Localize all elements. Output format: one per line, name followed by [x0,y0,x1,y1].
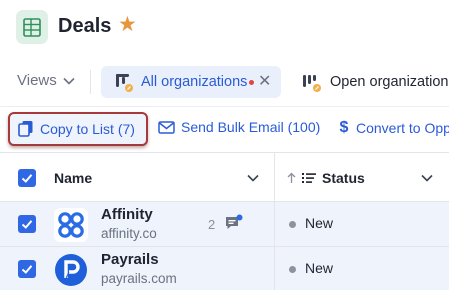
column-header-status-label: Status [322,170,365,186]
pinned-view-icon [303,75,321,92]
convert-label: Convert to Opp [356,120,449,136]
row-checkbox[interactable] [18,260,36,278]
column-divider [274,202,275,247]
company-name[interactable]: Payrails [101,251,159,268]
affinity-logo [54,208,88,242]
bulk-actions-toolbar: Copy to List (7) Send Bulk Email (100) $… [0,106,449,152]
table-row[interactable]: Affinity affinity.co 2 New [0,202,449,247]
convert-to-opportunity-button[interactable]: $ Convert to Opp [338,119,449,137]
pinned-view-icon [116,74,133,92]
list-icon [302,173,316,183]
status-dot [289,221,296,228]
email-icon [158,121,175,134]
views-dropdown[interactable]: Views [17,72,75,89]
spreadsheet-icon [16,10,48,44]
column-header-status[interactable]: Status [287,170,365,186]
column-divider [274,247,275,290]
company-name[interactable]: Affinity [101,206,153,223]
copy-icon [18,121,33,137]
dollar-icon: $ [339,119,349,136]
row-checkbox[interactable] [18,215,36,233]
status-dot [289,266,296,273]
tab-label: All organizations [141,74,248,90]
status-value[interactable]: New [305,260,333,276]
table-header: Name Status [0,152,449,203]
comment-icon[interactable] [224,214,244,232]
check-icon [21,265,33,274]
status-value[interactable]: New [305,215,333,231]
column-header-name[interactable]: Name [54,170,92,186]
chevron-down-icon[interactable] [247,174,259,182]
divider [90,70,91,94]
send-bulk-email-button[interactable]: Send Bulk Email (100) [158,119,320,135]
page-title: Deals [58,15,112,37]
unsaved-indicator [249,80,254,85]
views-dropdown-label: Views [17,72,57,89]
payrails-logo [55,254,87,286]
select-all-checkbox[interactable] [18,169,36,187]
check-icon [21,220,33,229]
star-icon[interactable]: ★ [118,13,137,37]
tab-label: Open organizations [330,74,449,90]
arrow-up-icon [287,172,296,183]
chevron-down-icon [63,77,75,85]
check-icon [21,174,33,183]
close-icon[interactable]: ✕ [258,71,271,91]
comment-count: 2 [208,217,216,232]
copy-to-list-button[interactable]: Copy to List (7) [8,112,148,146]
copy-to-list-label: Copy to List (7) [40,120,135,137]
column-divider[interactable] [274,153,275,203]
views-bar: Views All organizations ✕ Open organizat… [0,58,449,106]
tab-all-organizations[interactable]: All organizations ✕ [101,66,281,98]
page-header: Deals ★ [0,0,449,58]
table-row[interactable]: Payrails payrails.com New [0,247,449,290]
send-bulk-email-label: Send Bulk Email (100) [181,119,321,135]
company-domain[interactable]: affinity.co [101,226,157,241]
chevron-down-icon[interactable] [421,174,433,182]
company-domain[interactable]: payrails.com [101,271,177,286]
